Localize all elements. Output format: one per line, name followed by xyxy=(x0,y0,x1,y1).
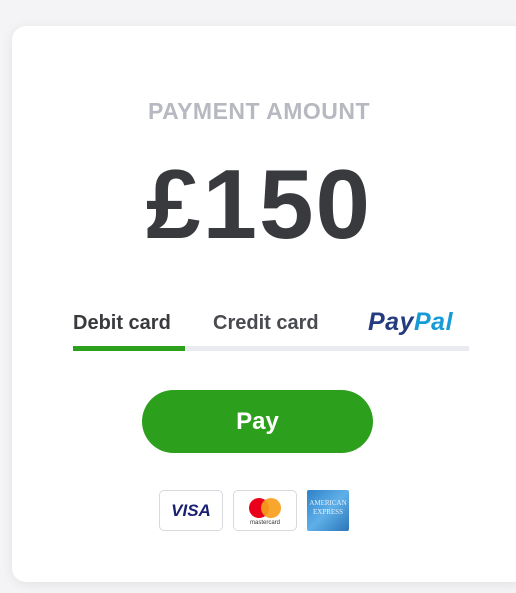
mastercard-wordmark: mastercard xyxy=(249,520,280,526)
payment-amount-value: £150 xyxy=(145,149,372,259)
payment-card: PAYMENT AMOUNT £150 Debit card Credit ca… xyxy=(12,26,516,582)
amex-wordmark: AMERICAN EXPRESS xyxy=(309,499,347,516)
pay-button[interactable]: Pay xyxy=(142,390,373,453)
accepted-cards: VISA mastercard AMERICAN EXPRESS xyxy=(159,490,359,532)
visa-logo-icon: VISA xyxy=(159,490,223,531)
payment-amount-label: PAYMENT AMOUNT xyxy=(147,98,371,124)
payment-method-tabs: Debit card Credit card PayPal xyxy=(73,308,469,352)
tab-debit-card[interactable]: Debit card xyxy=(73,312,171,344)
tab-active-indicator xyxy=(73,346,185,351)
amex-logo-icon: AMERICAN EXPRESS xyxy=(307,490,349,531)
paypal-logo-pal: Pal xyxy=(413,308,454,336)
mastercard-yellow-circle xyxy=(261,498,281,518)
tab-credit-card[interactable]: Credit card xyxy=(213,312,319,344)
paypal-logo-pay: Pay xyxy=(368,308,414,336)
mastercard-logo-icon: mastercard xyxy=(233,490,297,531)
tab-paypal[interactable]: PayPal xyxy=(368,308,453,340)
